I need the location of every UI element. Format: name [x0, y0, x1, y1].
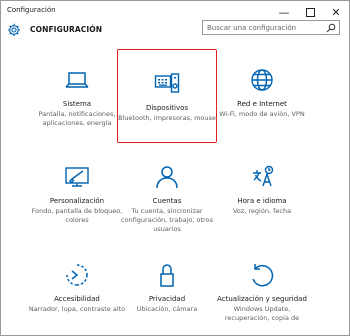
- tile-actualizacion-y-seguridad[interactable]: Actualización y seguridad Windows Update…: [212, 241, 312, 335]
- page-title: CONFIGURACIÓN: [30, 25, 103, 34]
- tile-dispositivos[interactable]: Dispositivos Bluetooth, impresoras, mous…: [117, 49, 217, 143]
- ease-of-access-icon: [66, 264, 88, 286]
- settings-window: Configuración — ✕ CONFIGURACIÓN Buscar u…: [0, 0, 350, 336]
- tile-description: Tu cuenta, sincronizar configuración, tr…: [121, 207, 213, 233]
- tile-name: Actualización y seguridad: [217, 295, 307, 303]
- tile-description: Pantalla, notificaciones, aplicaciones, …: [38, 110, 116, 127]
- search-input[interactable]: [207, 23, 317, 33]
- search-box[interactable]: [202, 20, 340, 35]
- tile-name: Sistema: [62, 100, 92, 108]
- tile-description: Windows Update, recuperación, copia de: [224, 305, 300, 322]
- tile-privacidad[interactable]: Privacidad Ubicación, cámara: [117, 241, 217, 335]
- tile-red-e-internet[interactable]: Red e Internet Wi-Fi, modo de avión, VPN: [212, 46, 312, 140]
- tile-description: Ubicación, cámara: [136, 305, 198, 313]
- tile-name: Personalización: [49, 197, 105, 205]
- tile-name: Dispositivos: [145, 104, 189, 112]
- person-icon: [156, 166, 178, 189]
- tile-name: Accesibilidad: [54, 295, 100, 303]
- tile-cuentas[interactable]: Cuentas Tu cuenta, sincronizar configura…: [117, 143, 217, 237]
- tile-description: Narrador, lupa, contraste alto: [28, 305, 126, 313]
- tile-name: Cuentas: [152, 197, 182, 205]
- tile-accesibilidad[interactable]: Accesibilidad Narrador, lupa, contraste …: [27, 241, 127, 335]
- keyboard-speaker-icon: [154, 73, 180, 93]
- tile-name: Hora e idioma: [237, 197, 287, 205]
- tile-description: Wi-Fi, modo de avión, VPN: [219, 110, 305, 118]
- time-language-icon: [253, 165, 274, 187]
- monitor-brush-icon: [65, 167, 89, 187]
- window-title: Configuración: [7, 6, 56, 14]
- tile-name: Red e Internet: [237, 100, 287, 108]
- settings-header: CONFIGURACIÓN: [1, 20, 349, 43]
- laptop-icon: [65, 72, 89, 88]
- update-icon: [252, 264, 274, 287]
- tile-sistema[interactable]: Sistema Pantalla, notificaciones, aplica…: [27, 46, 127, 140]
- maximize-icon: [305, 7, 315, 17]
- tile-description: Voz, región, fecha: [232, 207, 292, 215]
- search-icon[interactable]: [326, 23, 336, 33]
- tile-description: Fondo, pantalla de bloqueo, colores: [31, 207, 123, 224]
- globe-icon: [251, 69, 273, 91]
- gear-icon: [7, 23, 21, 37]
- tile-personalizacion[interactable]: Personalización Fondo, pantalla de bloqu…: [27, 143, 127, 237]
- tile-hora-e-idioma[interactable]: Hora e idioma Voz, región, fecha: [212, 143, 312, 237]
- tile-name: Privacidad: [148, 295, 186, 303]
- tile-description: Bluetooth, impresoras, mouse: [118, 114, 216, 122]
- lock-icon: [160, 264, 174, 287]
